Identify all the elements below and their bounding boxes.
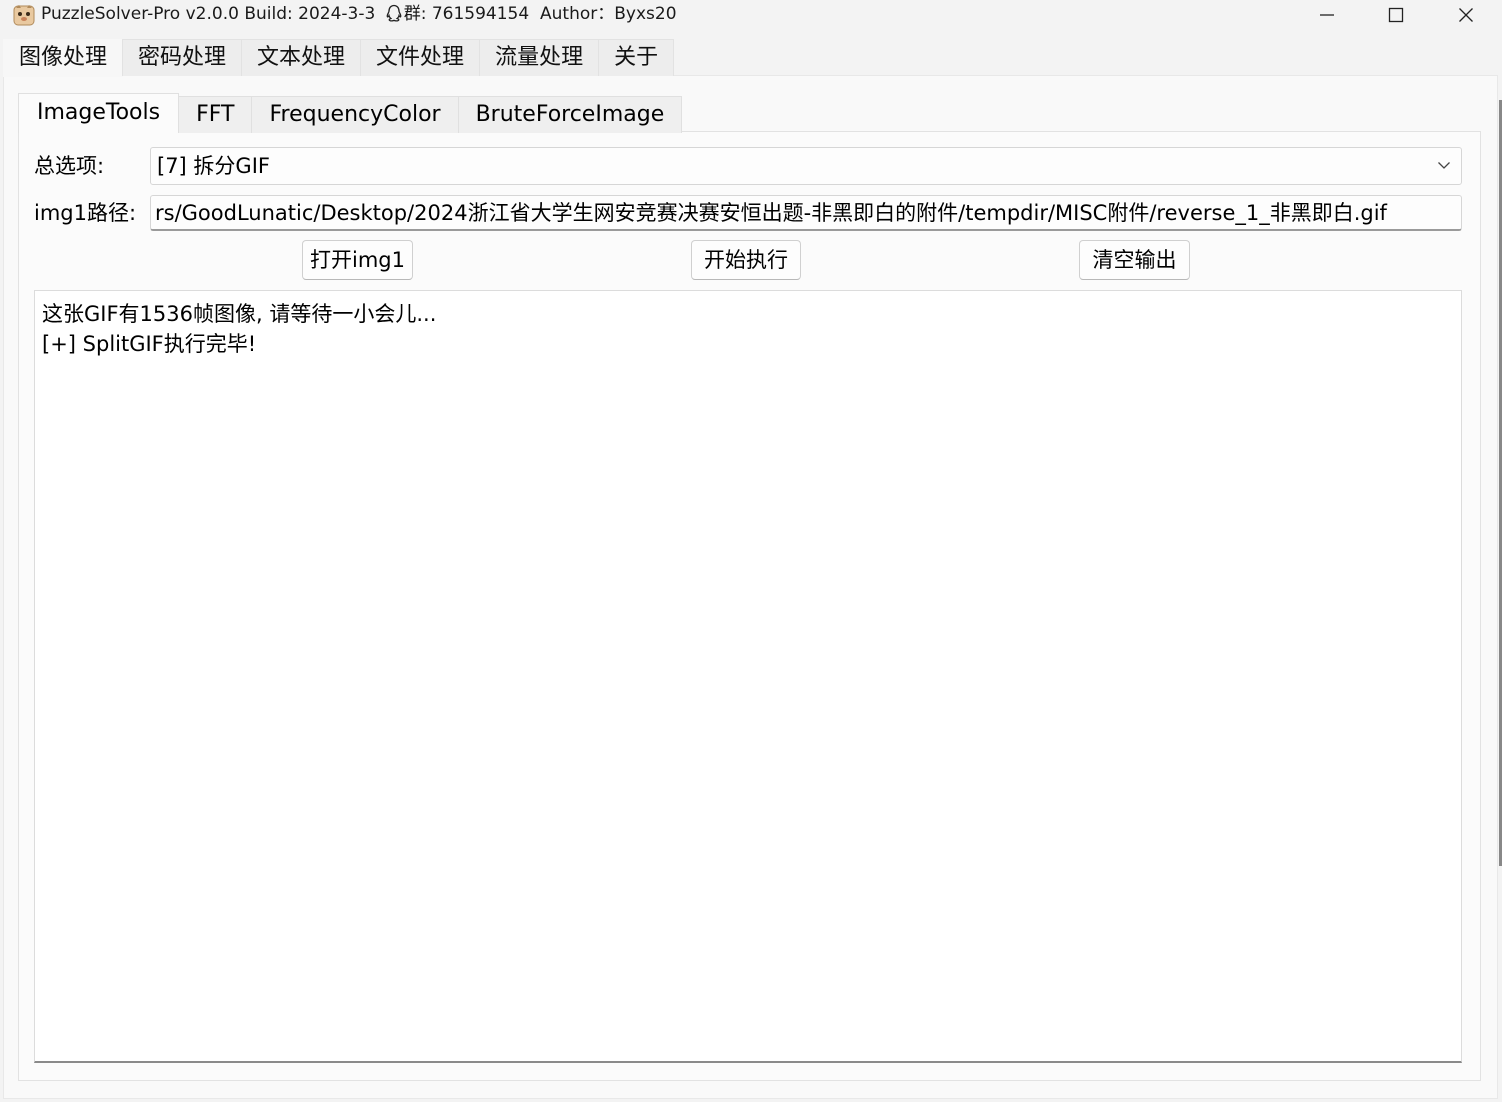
top-tab-bar: 图像处理 密码处理 文本处理 文件处理 流量处理 关于: [3, 39, 675, 77]
output-line: [+] SplitGIF执行完毕!: [42, 332, 257, 356]
tab-about[interactable]: 关于: [598, 39, 675, 76]
close-button[interactable]: [1431, 0, 1501, 30]
sub-tab-bar: ImageTools FFT FrequencyColor BruteForce…: [18, 93, 683, 133]
path-label: img1路径:: [34, 201, 137, 225]
close-icon: [1459, 8, 1473, 22]
clear-output-button[interactable]: 清空输出: [1079, 240, 1190, 280]
option-select-value: [7] 拆分GIF: [157, 154, 270, 178]
puzzle-solver-app-icon: [13, 5, 35, 26]
chevron-down-icon: [1438, 162, 1450, 169]
maximize-icon: [1388, 7, 1404, 23]
tab-text-processing[interactable]: 文本处理: [241, 39, 362, 76]
window-title: PuzzleSolver-Pro v2.0.0 Build: 2024-3-3 …: [41, 3, 677, 25]
maximize-button[interactable]: [1361, 0, 1431, 30]
option-label: 总选项:: [34, 154, 105, 178]
app-window: PuzzleSolver-Pro v2.0.0 Build: 2024-3-3 …: [0, 0, 1502, 1102]
author-label: Author：Byxs20: [540, 4, 677, 24]
option-select[interactable]: [7] 拆分GIF: [150, 147, 1462, 185]
output-textarea[interactable]: 这张GIF有1536帧图像, 请等待一小会儿... [+] SplitGIF执行完…: [34, 290, 1462, 1063]
tab-traffic-processing[interactable]: 流量处理: [479, 39, 600, 76]
tab-bruteforceimage[interactable]: BruteForceImage: [457, 96, 683, 133]
tab-fft[interactable]: FFT: [178, 96, 253, 133]
img1-path-value: rs/GoodLunatic/Desktop/2024浙江省大学生网安竞赛决赛安…: [155, 201, 1387, 225]
tab-image-processing[interactable]: 图像处理: [3, 39, 124, 77]
minimize-button[interactable]: [1292, 0, 1362, 30]
execute-button[interactable]: 开始执行: [691, 240, 801, 280]
tab-file-processing[interactable]: 文件处理: [360, 39, 481, 76]
minimize-icon: [1320, 14, 1334, 16]
output-line: 这张GIF有1536帧图像, 请等待一小会儿...: [42, 302, 437, 326]
qq-penguin-icon: [386, 4, 402, 22]
title-bar: PuzzleSolver-Pro v2.0.0 Build: 2024-3-3 …: [0, 0, 1502, 30]
open-img1-button[interactable]: 打开img1: [302, 240, 413, 280]
app-title: PuzzleSolver-Pro v2.0.0 Build: 2024-3-3: [41, 4, 376, 24]
tab-frequencycolor[interactable]: FrequencyColor: [251, 96, 459, 133]
tab-cipher-processing[interactable]: 密码处理: [122, 39, 243, 76]
tab-imagetools[interactable]: ImageTools: [18, 93, 180, 133]
qq-group-number: 群: 761594154: [403, 4, 530, 24]
img1-path-input[interactable]: rs/GoodLunatic/Desktop/2024浙江省大学生网安竞赛决赛安…: [150, 195, 1462, 231]
